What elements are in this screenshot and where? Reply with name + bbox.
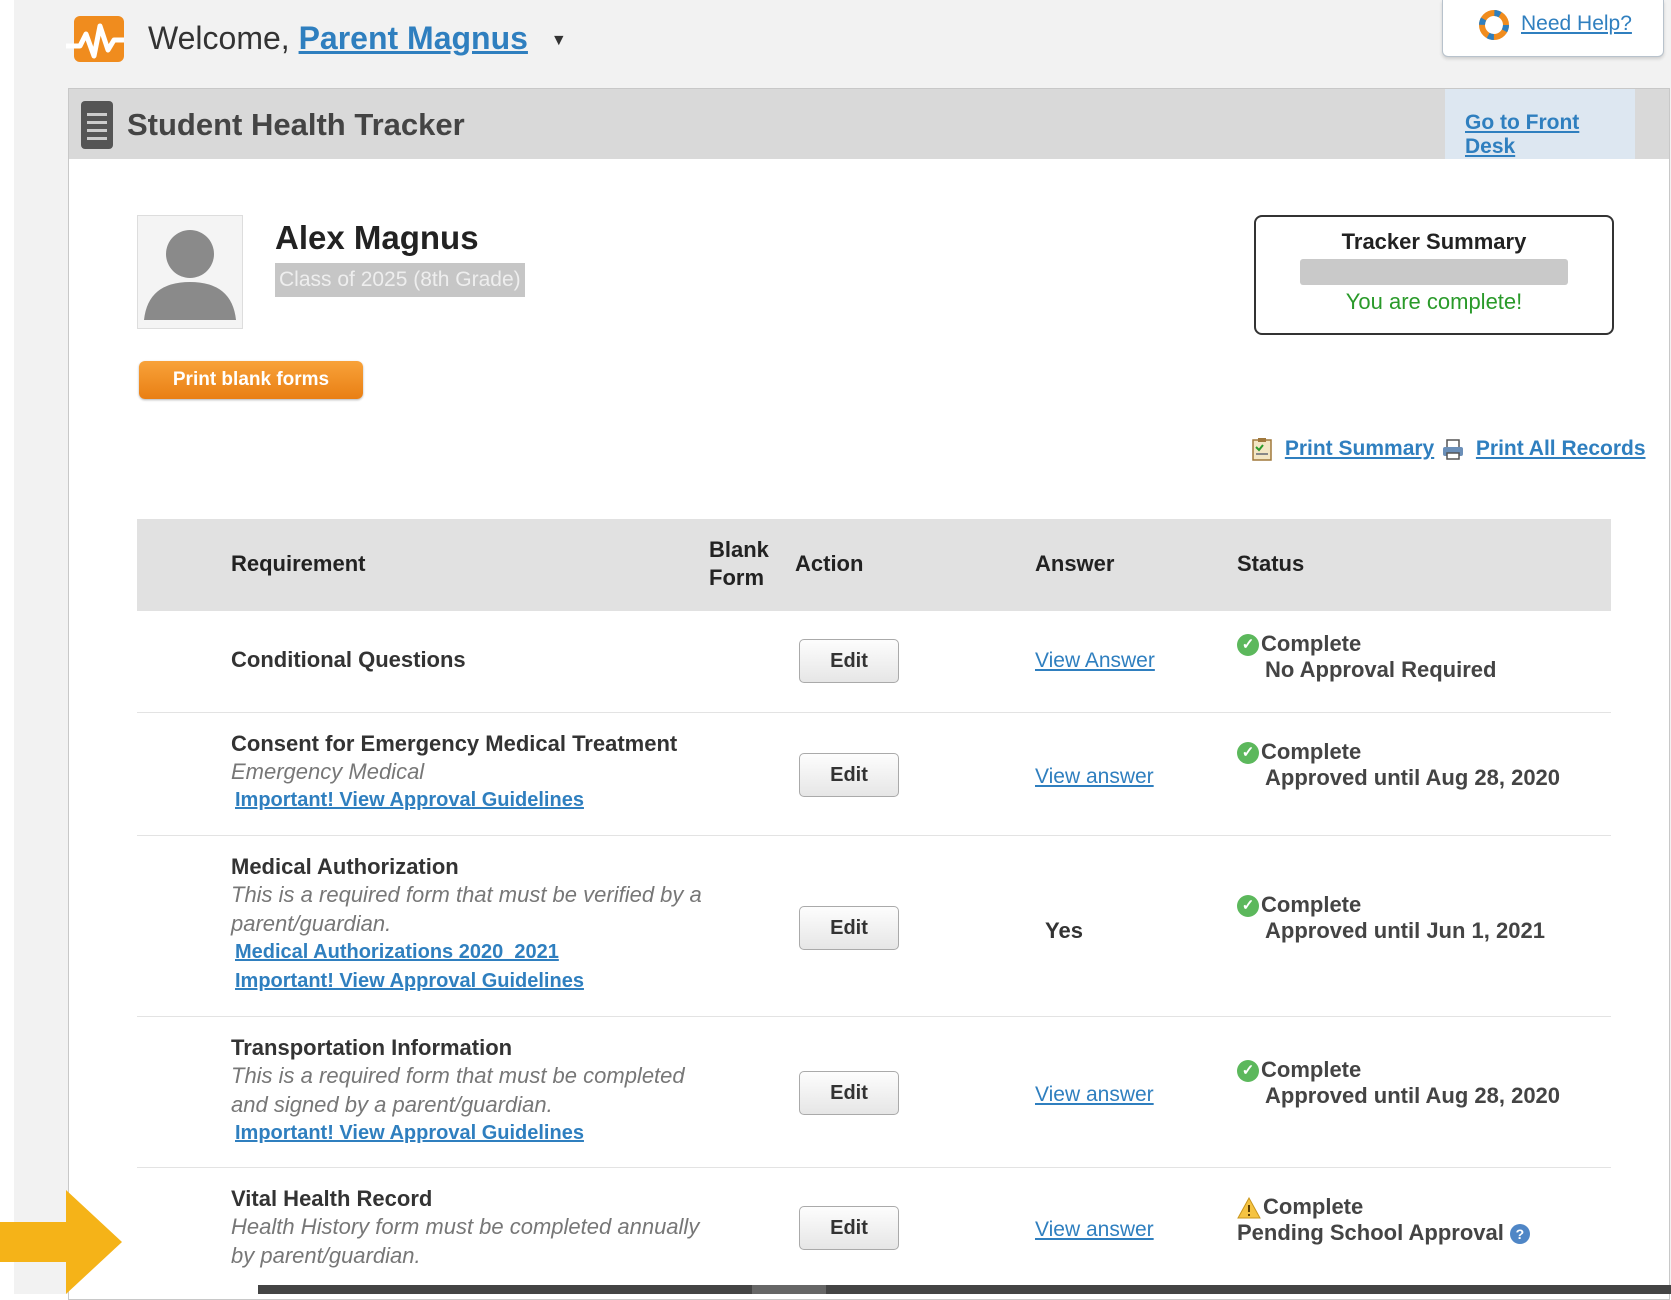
answer-value: Yes: [1045, 918, 1083, 943]
requirement-cell: Consent for Emergency Medical Treatment …: [231, 731, 677, 815]
status-detail: Approved until Jun 1, 2021: [1265, 918, 1545, 943]
chevron-down-icon[interactable]: ▼: [551, 32, 567, 50]
header-answer: Answer: [1035, 551, 1115, 576]
status-label: Complete: [1263, 1194, 1364, 1219]
scrollbar-thumb[interactable]: [752, 1285, 826, 1294]
view-answer-link[interactable]: View answer: [1035, 765, 1154, 789]
health-tracker-panel: Student Health Tracker Go to Front Desk …: [68, 88, 1670, 1300]
tracker-summary-box: Tracker Summary You are complete!: [1254, 215, 1614, 335]
warning-icon: [1237, 1197, 1261, 1219]
table-header: Requirement Blank Form Action Answer Sta…: [137, 519, 1611, 611]
front-desk-tab: Go to Front Desk: [1445, 89, 1635, 159]
requirement-subtitle-line1: This is a required form that must be com…: [231, 1063, 685, 1088]
help-circle-icon[interactable]: ?: [1509, 1224, 1530, 1245]
requirement-title: Conditional Questions: [231, 647, 466, 672]
requirement-title: Vital Health Record: [231, 1186, 433, 1211]
header-status: Status: [1237, 551, 1305, 576]
header-blank-form-line2: Form: [709, 565, 764, 590]
table-row: Conditional Questions Edit View Answer ✓…: [137, 611, 1611, 713]
requirement-subtitle-line2: parent/guardian.: [231, 911, 392, 936]
print-all-records-link[interactable]: Print All Records: [1476, 437, 1646, 460]
edit-button[interactable]: Edit: [799, 906, 899, 950]
clipboard-icon: [1252, 438, 1272, 462]
student-class-label: Class of 2025 (8th Grade): [275, 263, 525, 297]
horizontal-scrollbar[interactable]: [258, 1285, 1671, 1294]
table-row: Transportation Information This is a req…: [137, 1017, 1611, 1168]
requirement-cell: Vital Health Record Health History form …: [231, 1186, 699, 1270]
tracker-summary-message: You are complete!: [1345, 289, 1523, 314]
welcome-text: Welcome, Parent Magnus ▼: [148, 20, 567, 57]
status-label: Complete: [1261, 739, 1362, 764]
arrow-right-icon: [0, 1190, 122, 1294]
panel-header: Student Health Tracker Go to Front Desk: [69, 89, 1669, 159]
printer-icon: [1443, 439, 1464, 461]
status-detail: Approved until Aug 28, 2020: [1265, 1083, 1561, 1108]
check-circle-icon: ✓: [1237, 742, 1259, 765]
table-row: Vital Health Record Health History form …: [137, 1168, 1611, 1288]
need-help-link[interactable]: Need Help?: [1521, 12, 1632, 36]
requirement-cell: Medical Authorization This is a required…: [231, 854, 702, 996]
print-blank-forms-button[interactable]: Print blank forms: [139, 361, 363, 399]
requirement-subtitle-line1: This is a required form that must be ver…: [231, 882, 702, 907]
check-circle-icon: ✓: [1237, 1060, 1259, 1083]
view-answer-link[interactable]: View answer: [1035, 1083, 1154, 1107]
approval-guidelines-link[interactable]: Important! View Approval Guidelines: [235, 1119, 685, 1148]
avatar: [137, 215, 243, 329]
status-label: Complete: [1261, 892, 1362, 917]
requirements-table: Requirement Blank Form Action Answer Sta…: [137, 519, 1611, 1288]
table-row: Consent for Emergency Medical Treatment …: [137, 713, 1611, 836]
lifebuoy-icon: [1479, 10, 1509, 40]
requirement-subtitle-line2: by parent/guardian.: [231, 1243, 421, 1268]
approval-guidelines-link[interactable]: Important! View Approval Guidelines: [235, 967, 702, 996]
header-action: Action: [795, 551, 864, 576]
header-blank-form-line1: Blank: [709, 537, 769, 562]
tracker-summary-title: Tracker Summary: [1341, 229, 1527, 254]
status-cell: ✓ Complete No Approval Required: [1237, 631, 1496, 683]
print-links: Print Summary Print All Records: [1251, 437, 1646, 462]
document-icon: [81, 101, 113, 149]
status-label: Complete: [1261, 1057, 1362, 1082]
help-panel: Need Help?: [1442, 0, 1664, 57]
requirement-subtitle-line2: and signed by a parent/guardian.: [231, 1092, 553, 1117]
edit-button[interactable]: Edit: [799, 639, 899, 683]
status-cell: ✓ Complete Approved until Aug 28, 2020: [1237, 1057, 1560, 1109]
edit-button[interactable]: Edit: [799, 1206, 899, 1250]
requirement-cell: Transportation Information This is a req…: [231, 1035, 685, 1148]
requirement-subtitle-line1: Health History form must be completed an…: [231, 1214, 700, 1239]
status-cell: Complete Pending School Approval?: [1237, 1194, 1530, 1246]
header-requirement: Requirement: [231, 551, 366, 576]
welcome-prefix: Welcome,: [148, 20, 290, 56]
page-title: Student Health Tracker: [127, 107, 465, 142]
edit-button[interactable]: Edit: [799, 753, 899, 797]
status-detail: Approved until Aug 28, 2020: [1265, 765, 1561, 790]
status-detail: Pending School Approval: [1237, 1220, 1504, 1245]
go-to-front-desk-link[interactable]: Go to Front Desk: [1465, 111, 1635, 159]
student-name: Alex Magnus: [275, 219, 479, 256]
status-cell: ✓ Complete Approved until Aug 28, 2020: [1237, 739, 1560, 791]
requirement-title: Consent for Emergency Medical Treatment: [231, 731, 678, 756]
user-menu-link[interactable]: Parent Magnus: [299, 20, 528, 56]
edit-button[interactable]: Edit: [799, 1071, 899, 1115]
requirement-title: Transportation Information: [231, 1035, 513, 1060]
tracker-progress-bar: [1300, 259, 1568, 285]
approval-guidelines-link[interactable]: Important! View Approval Guidelines: [235, 786, 677, 815]
requirement-subtitle: Emergency Medical: [231, 759, 425, 784]
app-logo-icon: [66, 16, 124, 62]
left-margin: [0, 0, 14, 1294]
view-answer-link[interactable]: View answer: [1035, 1218, 1154, 1242]
check-circle-icon: ✓: [1237, 634, 1259, 657]
table-row: Medical Authorization This is a required…: [137, 836, 1611, 1017]
check-circle-icon: ✓: [1237, 895, 1259, 918]
requirement-title: Medical Authorization: [231, 854, 459, 879]
status-detail: No Approval Required: [1265, 657, 1497, 682]
status-label: Complete: [1261, 631, 1362, 656]
medical-authorizations-link[interactable]: Medical Authorizations 2020_2021: [235, 938, 702, 967]
view-answer-link[interactable]: View Answer: [1035, 649, 1155, 673]
print-summary-link[interactable]: Print Summary: [1285, 437, 1434, 460]
status-cell: ✓ Complete Approved until Jun 1, 2021: [1237, 892, 1545, 944]
